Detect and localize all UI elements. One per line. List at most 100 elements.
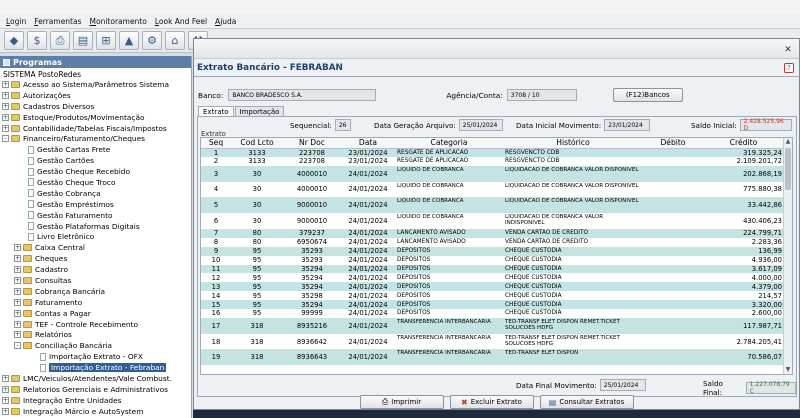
menu-monitoramento[interactable]: Monitoramento <box>90 17 147 26</box>
col-data[interactable]: Data <box>341 138 395 149</box>
tree-item[interactable]: + Cadastros Diversos <box>0 101 191 112</box>
banco-field[interactable]: BANCO BRADESCO S.A. <box>228 89 377 101</box>
money-icon[interactable]: $ <box>27 31 47 50</box>
table-row[interactable]: 6 30 9000010 24/01/2024 LIQUIDO DE COBRANCA L… <box>201 213 784 229</box>
expand-icon[interactable]: + <box>2 407 9 415</box>
tree-root[interactable]: SISTEMA PostoRedes <box>0 68 191 79</box>
collapse-icon[interactable]: - <box>2 135 9 143</box>
tree-item[interactable]: Gestão Empréstimos <box>0 199 191 210</box>
data-inicial-field[interactable]: 23/01/2024 <box>604 119 651 131</box>
tree-item[interactable]: + LMC/Veiculos/Atendentes/Vale Combust. <box>0 373 191 384</box>
expand-icon[interactable]: + <box>2 124 9 132</box>
imprimir-button[interactable]: ⎙ Imprimir <box>359 395 444 409</box>
expand-icon[interactable]: + <box>2 91 9 99</box>
tree-item[interactable]: Gestão Cobrança <box>0 188 191 199</box>
excluir-extrato-button[interactable]: ✖ Excluir Extrato <box>449 395 534 409</box>
tree-item[interactable]: Gestão Plataformas Digitais <box>0 221 191 232</box>
close-icon[interactable]: ✕ <box>783 45 793 55</box>
expand-icon[interactable]: + <box>14 244 21 252</box>
tree-item[interactable]: + Integração Márcio e AutoSystem <box>0 406 191 417</box>
expand-icon[interactable]: + <box>2 102 9 110</box>
table-row[interactable]: 15 95 35294 24/01/2024 DEPOSITOS CHEQUE CUSTO… <box>201 300 784 309</box>
tree-item[interactable]: + Caixa Central <box>0 242 191 253</box>
table-row[interactable]: 10 95 35293 24/01/2024 DEPOSITOS CHEQUE CUSTO… <box>201 256 784 265</box>
table-row[interactable]: 3 30 4000010 24/01/2024 LIQUIDO DE COBRANCA L… <box>201 165 784 182</box>
saldo-final-field[interactable]: 1.227.078,79 C <box>745 381 796 395</box>
expand-icon[interactable]: + <box>2 80 9 88</box>
col-credito[interactable]: Crédito <box>703 138 784 149</box>
collapse-icon[interactable]: - <box>14 342 21 350</box>
scroll-down-icon[interactable]: ▼ <box>784 366 792 374</box>
scroll-up-icon[interactable]: ▲ <box>784 138 792 146</box>
tree-item[interactable]: + Acesso ao Sistema/Parâmetros Sistema <box>0 79 191 90</box>
tree-item[interactable]: + Autorizações <box>0 90 191 101</box>
data-final-field[interactable]: 25/01/2024 <box>599 379 646 391</box>
expand-icon[interactable]: + <box>14 298 21 306</box>
data-geracao-field[interactable]: 25/01/2024 <box>458 119 503 131</box>
table-row[interactable]: 13 95 35294 24/01/2024 DEPOSITOS CHEQUE CUSTO… <box>201 282 784 292</box>
tree-item[interactable]: Gestão Faturamento <box>0 210 191 221</box>
tree-item[interactable]: + TEF - Controle Recebimento <box>0 319 191 330</box>
expand-icon[interactable]: + <box>14 255 21 263</box>
calculator-icon[interactable]: ⊞ <box>96 31 116 50</box>
table-row[interactable]: 4 30 4000010 24/01/2024 LIQUIDO DE COBRANCA L… <box>201 182 784 198</box>
sequencial-field[interactable]: 26 <box>334 119 351 131</box>
tree-item[interactable]: + Cobrança Bancária <box>0 286 191 297</box>
tree-item[interactable]: + Cheques <box>0 253 191 264</box>
menu-look-and-feel[interactable]: Look And Feel <box>155 17 207 26</box>
expand-icon[interactable]: + <box>14 287 21 295</box>
expand-icon[interactable]: + <box>2 385 9 393</box>
col-categoria[interactable]: Categoria <box>395 138 503 149</box>
table-row[interactable]: 18 318 8936642 24/01/2024 TRANSFERENCIA INTE… <box>201 334 784 350</box>
scroll-thumb[interactable] <box>785 148 791 190</box>
expand-icon[interactable]: + <box>14 266 21 274</box>
menu-ferramentas[interactable]: Ferramentas <box>34 17 81 26</box>
tree-item[interactable]: Importação Extrato - Febraban <box>0 362 191 373</box>
tree-item[interactable]: + Relatorios Gerenciais e Administrativos <box>0 384 191 395</box>
menu-login[interactable]: Login <box>6 17 26 26</box>
col-cod-lcto[interactable]: Cod Lcto <box>231 138 283 149</box>
table-row[interactable]: 19 318 8936643 24/01/2024 TRANSFERENCIA INTE… <box>201 349 784 366</box>
tree-item[interactable]: - Conciliação Bancária <box>0 340 191 351</box>
menu-ajuda[interactable]: Ajuda <box>215 17 236 26</box>
col-debito[interactable]: Débito <box>643 138 703 149</box>
table-row[interactable]: 8 80 6950674 24/01/2024 LANCAMENTO AVISADO VE… <box>201 238 784 247</box>
tree-item[interactable]: - Financeiro/Faturamento/Cheques <box>0 133 191 144</box>
id-card-icon[interactable]: ▤ <box>73 31 93 50</box>
tab-importacao[interactable]: Importação <box>234 106 285 116</box>
tree-item[interactable]: + Faturamento <box>0 297 191 308</box>
expand-icon[interactable]: + <box>2 113 9 121</box>
bank-icon[interactable]: ⌂ <box>165 31 185 50</box>
expand-icon[interactable]: + <box>14 331 21 339</box>
col-nr-doc[interactable]: Nr Doc <box>283 138 341 149</box>
expand-icon[interactable]: + <box>14 309 21 317</box>
table-row[interactable]: 2 3133 223708 23/01/2024 RESGATE DE APLICACA… <box>201 157 784 166</box>
agencia-field[interactable]: 3708 / 10 <box>506 89 577 101</box>
table-row[interactable]: 17 318 8935216 24/01/2024 TRANSFERENCIA INTE… <box>201 317 784 334</box>
expand-icon[interactable]: + <box>2 396 9 404</box>
tree-item[interactable]: + Estoque/Produtos/Movimentação <box>0 112 191 123</box>
tree-item[interactable]: + Contabilidade/Tabelas Fiscais/Impostos <box>0 123 191 134</box>
table-row[interactable]: 16 95 99999 24/01/2024 DEPOSITOS CHEQUE CUSTO… <box>201 309 784 318</box>
expand-icon[interactable]: + <box>14 320 21 328</box>
tree-item[interactable]: + Relatórios <box>0 329 191 340</box>
table-row[interactable]: 5 30 9000010 24/01/2024 LIQUIDO DE COBRANCA L… <box>201 197 784 214</box>
col-historico[interactable]: Histórico <box>503 138 643 149</box>
table-row[interactable]: 11 95 35294 24/01/2024 DEPOSITOS CHEQUE CUSTO… <box>201 264 784 274</box>
table-row[interactable]: 12 95 35294 24/01/2024 DEPOSITOS CHEQUE CUSTO… <box>201 273 784 282</box>
col-seq[interactable]: Seq <box>201 138 231 149</box>
app-icon[interactable]: ◆ <box>4 31 24 50</box>
tree-item[interactable]: + Contas a Pagar <box>0 308 191 319</box>
tree-item[interactable]: + Consultas <box>0 275 191 286</box>
tree-item[interactable]: Livro Eletrônico <box>0 231 191 242</box>
table-row[interactable]: 1 3133 223708 23/01/2024 RESGATE DE APLICACA… <box>201 148 784 157</box>
help-icon[interactable]: ? <box>784 63 794 73</box>
print-icon[interactable]: ⎙ <box>50 31 70 50</box>
tree-item[interactable]: + Cadastro <box>0 264 191 275</box>
expand-icon[interactable]: + <box>14 276 21 284</box>
table-scrollbar[interactable]: ▲ ▼ <box>783 138 792 374</box>
table-row[interactable]: 14 95 35298 24/01/2024 DEPOSITOS CHEQUE CUSTO… <box>201 291 784 300</box>
tree-item[interactable]: Gestão Cheque Troco <box>0 177 191 188</box>
table-row[interactable]: 9 95 35293 24/01/2024 DEPOSITOS CHEQUE CUSTOD… <box>201 246 784 256</box>
consultar-extratos-button[interactable]: ▤ Consultar Extratos <box>539 395 634 409</box>
